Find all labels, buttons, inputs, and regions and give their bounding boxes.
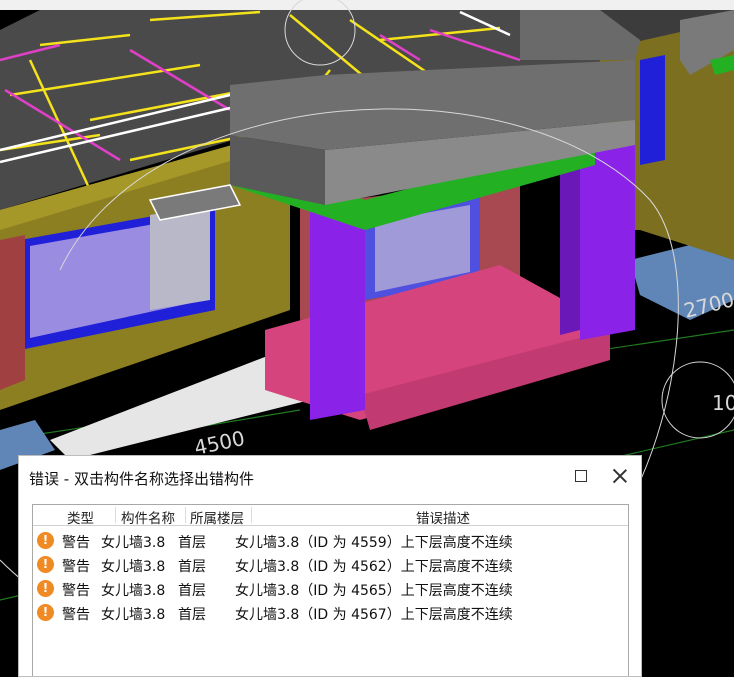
cell-desc: 女儿墙3.8（ID 为 4565）上下层高度不连续 [235,583,513,599]
table-row[interactable]: ! 警告 女儿墙3.8 首层 女儿墙3.8（ID 为 4559）上下层高度不连续 [33,529,628,553]
warning-icon: ! [37,556,54,573]
cell-desc: 女儿墙3.8（ID 为 4559）上下层高度不连续 [235,535,513,551]
dimension-label-10: 10 [712,391,734,415]
cell-name[interactable]: 女儿墙3.8 [101,580,165,600]
cell-desc: 女儿墙3.8（ID 为 4562）上下层高度不连续 [235,559,513,575]
column-separator[interactable] [185,507,186,523]
cell-floor: 首层 [178,535,206,551]
table-row[interactable]: ! 警告 女儿墙3.8 首层 女儿墙3.8（ID 为 4567）上下层高度不连续 [33,601,628,625]
dialog-titlebar[interactable]: 错误 - 双击构件名称选择出错构件 [19,456,641,500]
cell-floor: 首层 [178,607,206,623]
table-row[interactable]: ! 警告 女儿墙3.8 首层 女儿墙3.8（ID 为 4562）上下层高度不连续 [33,553,628,577]
table-header: 类型 构件名称 所属楼层 错误描述 [33,505,628,527]
cell-floor: 首层 [178,583,206,599]
error-dialog: 错误 - 双击构件名称选择出错构件 类型 构件名称 所属楼层 错误描述 ! 警告… [18,455,642,677]
warning-icon: ! [37,532,54,549]
error-table: 类型 构件名称 所属楼层 错误描述 ! 警告 女儿墙3.8 首层 女儿墙3.8（… [32,504,629,676]
column-header-name[interactable]: 构件名称 [121,507,175,527]
cell-floor: 首层 [178,559,206,575]
cell-type: 警告 [62,607,90,623]
maximize-icon[interactable] [575,470,587,482]
column-separator[interactable] [251,507,252,523]
table-row[interactable]: ! 警告 女儿墙3.8 首层 女儿墙3.8（ID 为 4565）上下层高度不连续 [33,577,628,601]
column-header-floor[interactable]: 所属楼层 [190,507,244,527]
column-header-desc[interactable]: 错误描述 [416,507,470,527]
close-icon[interactable] [611,467,629,485]
cell-type: 警告 [62,535,90,551]
column-separator[interactable] [115,507,116,523]
cell-type: 警告 [62,559,90,575]
warning-icon: ! [37,604,54,621]
cell-name[interactable]: 女儿墙3.8 [101,556,165,576]
cell-name[interactable]: 女儿墙3.8 [101,532,165,552]
dialog-title: 错误 - 双击构件名称选择出错构件 [29,470,254,488]
cell-desc: 女儿墙3.8（ID 为 4567）上下层高度不连续 [235,607,513,623]
cell-type: 警告 [62,583,90,599]
warning-icon: ! [37,580,54,597]
cell-name[interactable]: 女儿墙3.8 [101,604,165,624]
column-header-type[interactable]: 类型 [67,507,94,527]
